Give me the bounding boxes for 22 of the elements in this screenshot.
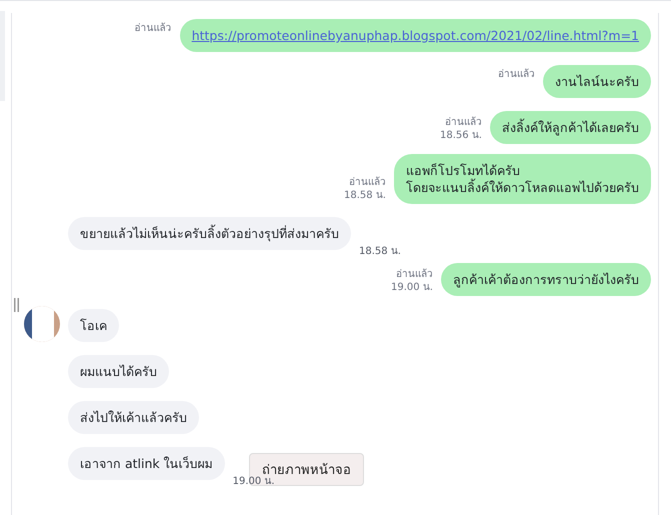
message-bubble: ส่งลิ้งค์ให้ลูกค้าได้เลยครับ (490, 111, 651, 144)
message-time: 18.58 น. (344, 189, 386, 202)
read-receipt: อ่านแล้ว (498, 68, 535, 81)
avatar[interactable] (24, 306, 60, 342)
message-link[interactable]: https://promoteonlinebyanuphap.blogspot.com/2021/02/line.html?m=1 (192, 28, 639, 43)
message-bubble: ลูกค้าเค้าต้องการทราบว่ายังไงครับ (441, 263, 651, 296)
message-time: 19.00 น. (232, 475, 275, 488)
message-bubble: ผมแนบได้ครับ (68, 355, 169, 388)
message-bubble: ส่งไปให้เค้าแล้วครับ (68, 401, 199, 434)
message-bubble: ขยายแล้วไม่เห็นน่ะครับลิ้งตัวอย่างรุปที่ส่งมาครับ (68, 217, 351, 250)
message-bubble: แอพก็โปรโมทได้ครับ โดยจะแนบลิ้งค์ให้ดาวโหลดแอพไปด้วยครับ (394, 154, 651, 204)
read-receipt: อ่านแล้ว (445, 116, 482, 129)
read-receipt: อ่านแล้ว (396, 268, 433, 281)
message-time: 19.00 น. (391, 281, 433, 294)
message-time: 18.56 น. (440, 129, 482, 142)
message-bubble: โอเค (68, 309, 119, 342)
resize-handle[interactable] (14, 298, 19, 312)
message-bubble: เอาจาก atlink ในเว็บผม (68, 447, 225, 480)
read-receipt: อ่านแล้ว (349, 176, 386, 189)
message-time: 18.58 น. (359, 245, 401, 258)
message-bubble: งานไลน์นะครับ (543, 65, 651, 98)
read-receipt: อ่านแล้ว (134, 22, 172, 35)
